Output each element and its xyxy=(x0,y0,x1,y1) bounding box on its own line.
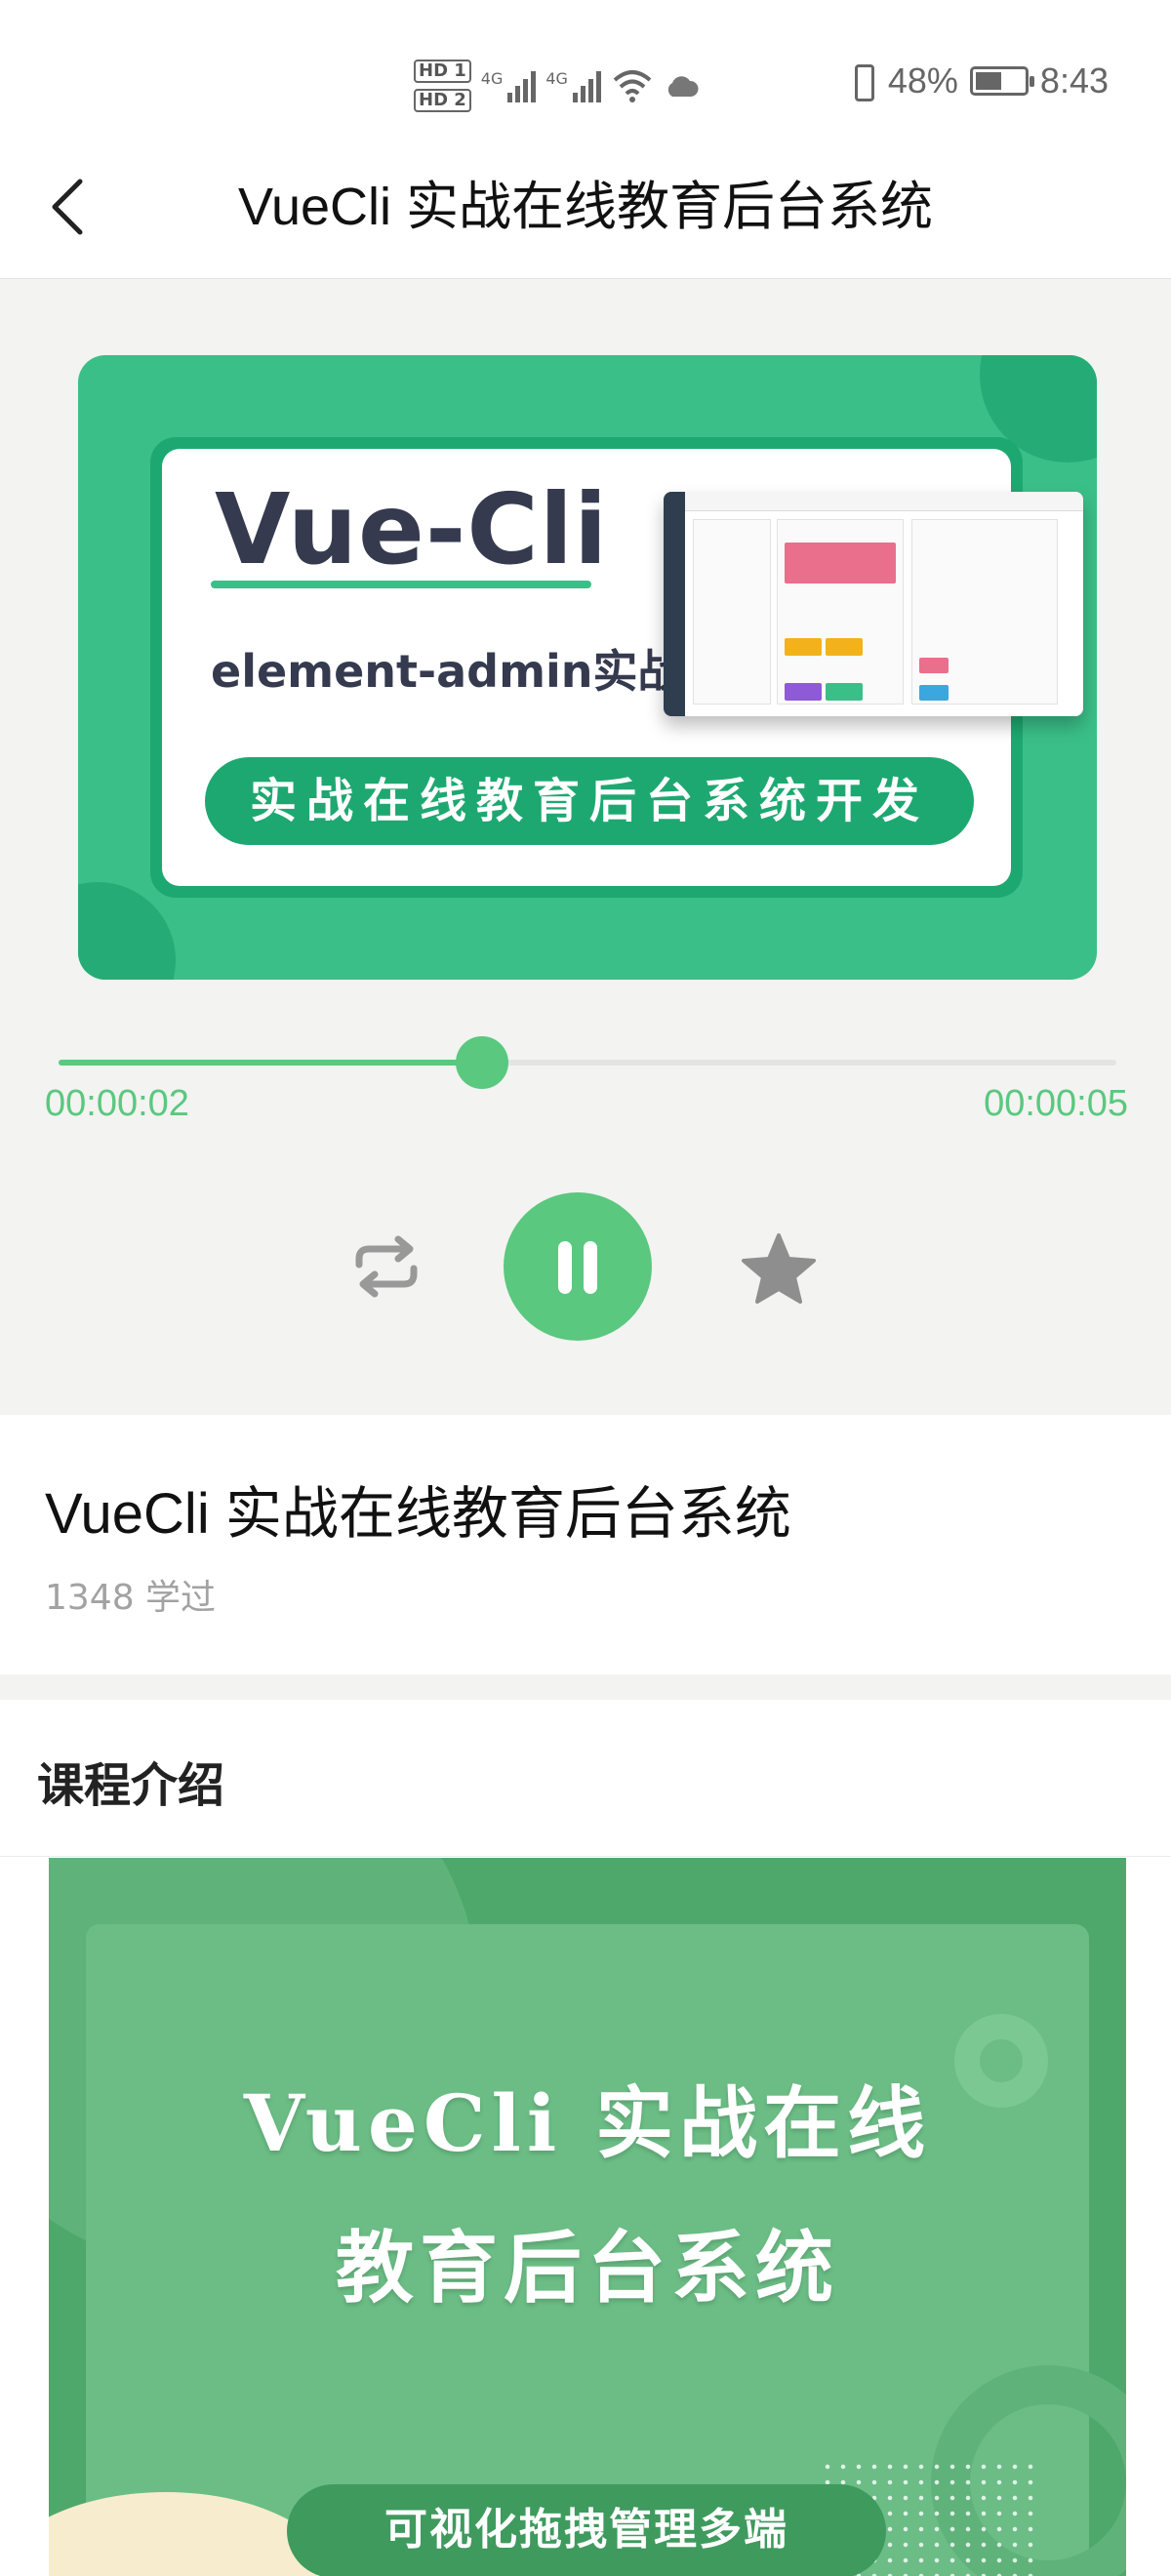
vibrate-icon xyxy=(847,62,876,101)
poster-pill: 可视化拖拽管理多端 xyxy=(287,2484,886,2576)
divider xyxy=(0,1856,1171,1857)
dashboard-mockup-image xyxy=(664,492,1083,716)
hd-indicator: HD 1 HD 2 xyxy=(414,60,471,112)
wifi-icon xyxy=(613,70,652,102)
cloud-icon xyxy=(667,76,699,97)
page-title: VueCli 实战在线教育后台系统 xyxy=(237,178,934,236)
course-cover: Vue-Cli element-admin实战 实战在线教育后台系统开发 xyxy=(78,355,1097,980)
battery-percent: 48% xyxy=(887,60,958,101)
signal-icon: 4G xyxy=(481,69,537,102)
battery-icon xyxy=(969,66,1034,96)
learner-count: 1348 学过 xyxy=(45,1578,217,1618)
progress-fill xyxy=(59,1060,482,1066)
status-right: 48% 8:43 xyxy=(847,60,1109,101)
cover-pill: 实战在线教育后台系统开发 xyxy=(205,757,974,845)
intro-heading: 课程介绍 xyxy=(37,1758,225,1813)
progress-slider[interactable] xyxy=(59,1036,1116,1089)
poster-title-line2: 教育后台系统 xyxy=(336,2222,839,2314)
cover-decoration xyxy=(78,882,176,980)
clock: 8:43 xyxy=(1039,60,1109,101)
signal-1-label: 4G xyxy=(480,69,504,88)
progress-knob[interactable] xyxy=(455,1036,508,1089)
signal-icon: 4G xyxy=(545,69,601,102)
poster-title-line1: VueCli 实战在线 xyxy=(243,2077,932,2169)
pause-icon xyxy=(584,1241,597,1294)
loop-icon[interactable] xyxy=(347,1231,425,1302)
network-indicators: HD 1 HD 2 4G 4G xyxy=(414,55,699,117)
status-bar: HD 1 HD 2 4G 4G 48% 8:43 xyxy=(0,0,1171,146)
hd2-badge: HD 2 xyxy=(414,89,471,112)
total-time: 00:00:05 xyxy=(984,1083,1128,1124)
current-time: 00:00:02 xyxy=(45,1083,189,1124)
cover-underline xyxy=(211,581,591,588)
pause-icon xyxy=(558,1241,572,1294)
course-title: VueCli 实战在线教育后台系统 xyxy=(45,1482,791,1546)
hd1-badge: HD 1 xyxy=(414,60,471,83)
signal-2-label: 4G xyxy=(545,69,568,88)
pause-button[interactable] xyxy=(504,1192,652,1341)
cover-headline: Vue-Cli xyxy=(215,472,609,586)
star-icon[interactable] xyxy=(738,1229,820,1308)
cover-subline: element-admin实战 xyxy=(211,645,683,698)
